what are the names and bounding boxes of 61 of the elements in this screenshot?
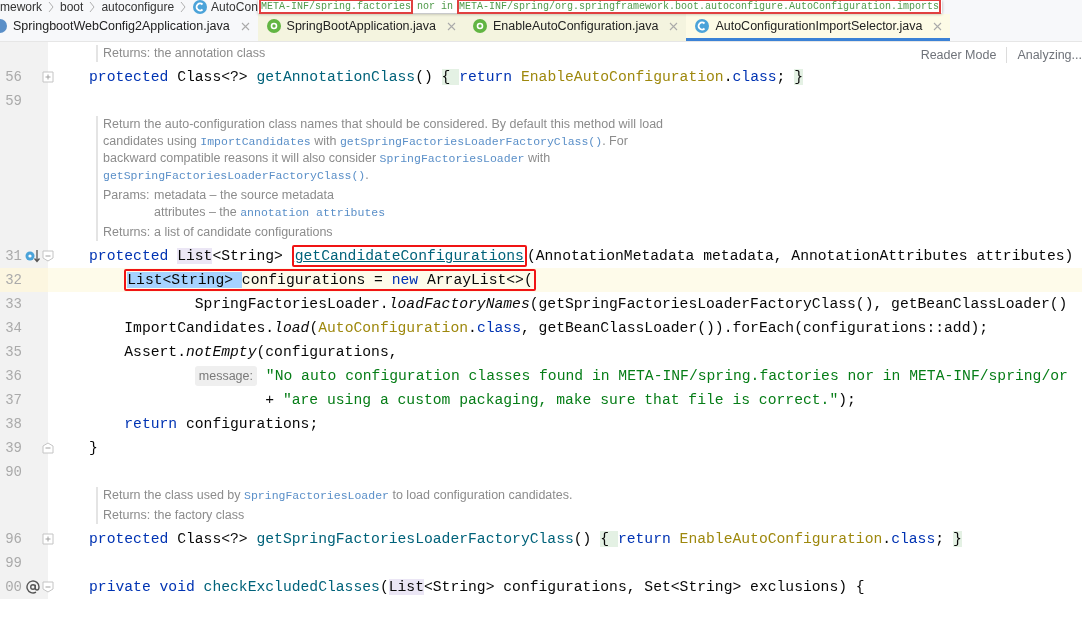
line-number: 90 [5,462,22,482]
code-text: SpringFactoriesLoader.loadFactoryNames(getSpringFactoriesLoaderFactoryClass(), getBeanClassLoader() [193,295,1068,314]
line-number: 00 [5,577,22,597]
chevron-icon [89,1,96,13]
close-icon[interactable] [933,21,943,31]
code-text: + "are using a custom packaging, make sure that file is correct."); [264,391,856,410]
doc-text: metadata – the source metadata [154,187,335,204]
collapse-icon[interactable] [42,250,54,262]
close-icon[interactable] [240,21,250,31]
doc-text: Return the auto-configuration class names that should be considered. By default this method will load candidates using ImportCandidates with getSpringFactoriesLoaderFactoryClass(). For backward compatible reasons it will also consider SpringFactoriesLoader with getSpringFactoriesLoaderFactoryClass(). [103,116,665,184]
editor-tab[interactable]: SpringBootApplication.java [257,14,464,41]
collapse-icon[interactable] [42,581,54,593]
tooltip-popup: META-INF/spring.factories nor in META-INF/spring/org.springframework.boot.autoconfigure.AutoConfiguration.imports [258,0,943,13]
doc-label: Returns: [103,45,152,62]
line-number: 56 [5,67,22,87]
doc-text: attributes – the annotation attributes [154,204,386,221]
breadcrumb-item[interactable]: AutoCon [211,0,258,14]
collapse-icon[interactable] [42,442,54,454]
line-number: 99 [5,553,22,573]
code-text: return configurations; [123,415,319,434]
chevron-icon [180,1,187,13]
parameter-hint: message: [194,366,257,386]
line-number: 39 [5,438,22,458]
code-text: private void checkExcludedClasses(List<String> configurations, Set<String> exclusions) { [89,578,865,597]
line-number: 59 [5,91,22,111]
doc-text: the factory class [154,507,245,524]
line-number: 37 [5,390,22,410]
line-number: 36 [5,366,22,386]
breadcrumb-item[interactable]: boot [60,0,84,14]
code-text: "No auto configuration classes found in META-INF/spring.factories nor in META-INF/spring/or [264,367,1068,386]
line-number: 38 [5,414,22,434]
doc-text: Return the class used by SpringFactoriesLoader to load configuration candidates. [103,487,574,504]
doc-label: Params: [103,187,151,204]
code-text: } [89,439,98,458]
code-text: Assert.notEmpty(configurations, [123,343,398,362]
code-text: protected Class<?> getAnnotationClass() { return EnableAutoConfiguration.class; } [89,68,804,87]
line-number: 96 [5,529,22,549]
at-sign-icon[interactable] [26,580,40,594]
close-icon[interactable] [669,21,679,31]
chevron-icon [48,1,54,13]
code-text: ImportCandidates.load(AutoConfiguration.class, getBeanClassLoader()).forEach(configurations::add); [123,319,989,338]
expand-icon[interactable] [42,71,54,83]
line-number: 31 [5,246,22,266]
line-number: 32 [5,270,22,290]
doc-label: Returns: [103,507,152,524]
close-icon[interactable] [447,21,456,31]
doc-text: the annotation class [154,45,266,62]
code-text: protected Class<?> getSpringFactoriesLoaderFactoryClass() { return EnableAutoConfiguration.class; } [89,530,962,549]
expand-icon[interactable] [42,533,54,545]
line-number: 35 [5,342,22,362]
editor-action[interactable]: Analyzing... [1017,46,1082,65]
doc-text: a list of candidate configurations [154,224,333,241]
implemented-method-icon[interactable] [25,249,41,263]
breadcrumb-item[interactable]: mework [0,0,42,14]
line-number: 33 [5,294,22,314]
editor-action[interactable]: Reader Mode [920,46,997,65]
doc-label: Returns: [103,224,152,241]
breadcrumb-item[interactable]: autoconfigure [101,0,175,14]
editor-tab[interactable]: AutoConfigurationImportSelector.java [686,14,951,41]
line-number: 34 [5,318,22,338]
editor-tab[interactable]: EnableAutoConfiguration.java [464,14,687,41]
